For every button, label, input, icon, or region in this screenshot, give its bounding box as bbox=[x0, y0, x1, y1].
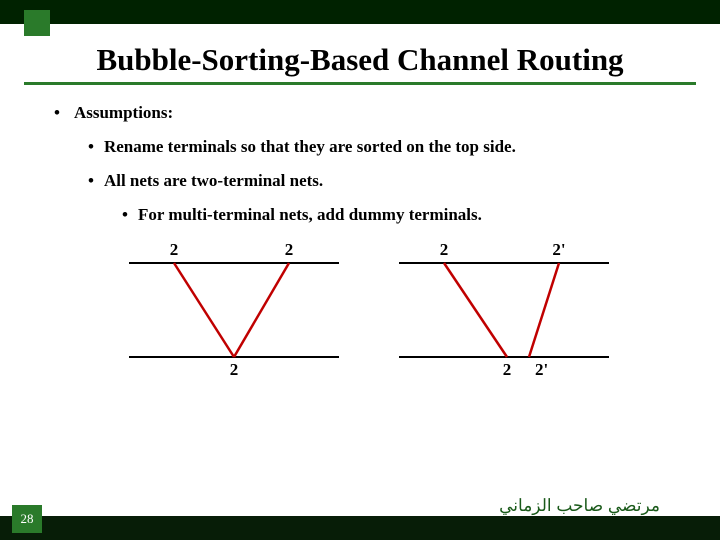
diagram-row: 2 2 2 2 2' 2 2' bbox=[54, 239, 684, 379]
right-bottom-1: 2 bbox=[503, 360, 512, 379]
bullet-multi-terminal: For multi-terminal nets, add dummy termi… bbox=[122, 205, 684, 225]
content-area: Assumptions: Rename terminals so that th… bbox=[0, 85, 720, 379]
left-bottom-1: 2 bbox=[230, 360, 239, 379]
right-bottom-2: 2' bbox=[535, 360, 548, 379]
slide-title: Bubble-Sorting-Based Channel Routing bbox=[0, 42, 720, 78]
bullet-rename: Rename terminals so that they are sorted… bbox=[88, 137, 684, 157]
bullet-text: For multi-terminal nets, add dummy termi… bbox=[138, 205, 482, 225]
left-top-2: 2 bbox=[285, 240, 294, 259]
bottom-bar bbox=[0, 516, 720, 540]
bullet-text: Rename terminals so that they are sorted… bbox=[104, 137, 516, 157]
accent-corner bbox=[24, 10, 50, 36]
bullet-text: All nets are two-terminal nets. bbox=[104, 171, 323, 191]
diagram-right: 2 2' 2 2' bbox=[389, 239, 619, 379]
bullet-two-terminal: All nets are two-terminal nets. bbox=[88, 171, 684, 191]
right-top-2: 2' bbox=[552, 240, 565, 259]
page-number: 28 bbox=[21, 511, 34, 527]
left-top-1: 2 bbox=[170, 240, 179, 259]
page-number-box: 28 bbox=[12, 505, 42, 533]
diagram-left: 2 2 2 bbox=[119, 239, 349, 379]
author-name: مرتضي صاحب الزماني bbox=[499, 496, 660, 516]
right-top-1: 2 bbox=[440, 240, 449, 259]
bullet-assumptions: Assumptions: bbox=[54, 103, 684, 123]
bullet-text: Assumptions: bbox=[74, 103, 173, 123]
top-bar bbox=[0, 0, 720, 24]
